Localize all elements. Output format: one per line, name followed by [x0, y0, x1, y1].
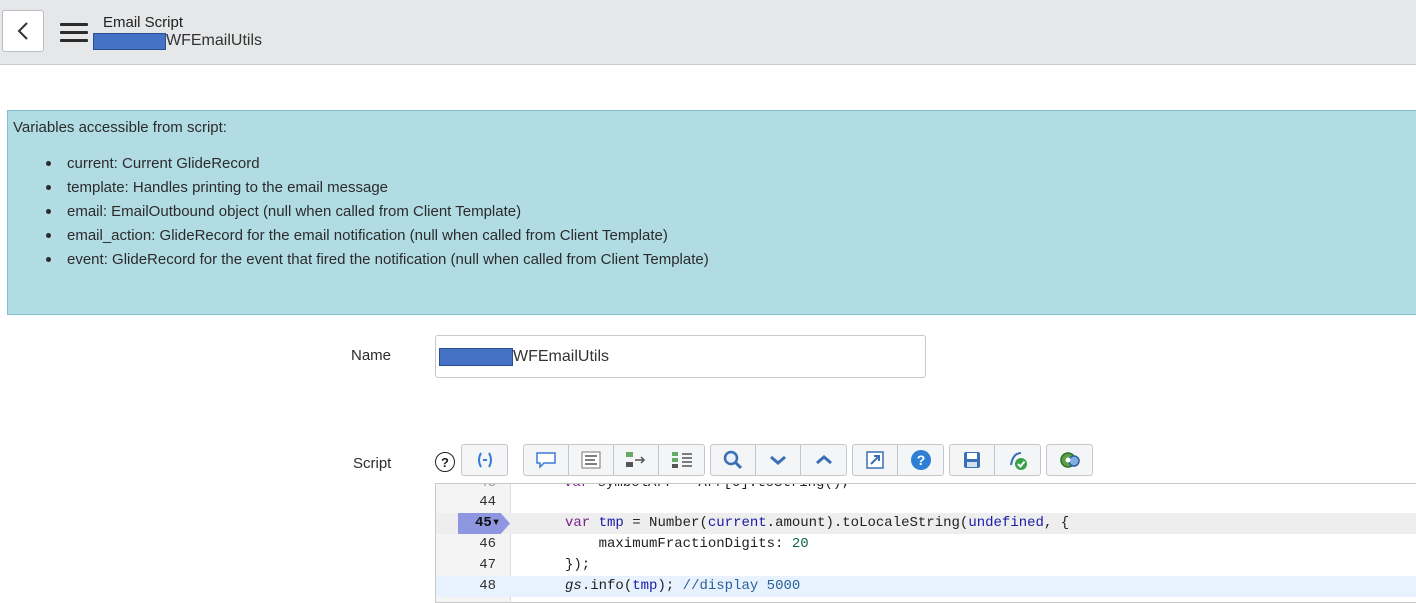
variables-info-box: Variables accessible from script: curren…	[7, 110, 1416, 315]
debug-icon	[1059, 452, 1080, 468]
name-field[interactable]: WFEmailUtils	[435, 335, 926, 378]
check-syntax-icon	[1009, 452, 1027, 470]
toolbar-group	[710, 444, 847, 476]
redacted-block	[93, 32, 166, 50]
toggle-comment-button[interactable]	[569, 445, 614, 475]
replace-all-button[interactable]	[659, 445, 704, 475]
list-item: email_action: GlideRecord for the email …	[46, 225, 709, 249]
current-line-marker[interactable]: 45▾	[458, 513, 510, 534]
toolbar-group	[523, 444, 705, 476]
list-item: email: EmailOutbound object (null when c…	[46, 201, 709, 225]
line-code: gs.info(tmp); //display 5000	[565, 578, 801, 594]
back-button[interactable]	[2, 10, 44, 52]
line-code: });	[565, 557, 591, 573]
record-name-suffix: WFEmailUtils	[166, 32, 262, 49]
comment-icon	[536, 452, 556, 469]
debug-button[interactable]	[1047, 445, 1092, 475]
toolbar-group: ?	[852, 444, 944, 476]
code-line: 47 });	[436, 555, 1416, 576]
code-line-active: 45▾ var tmp = Number(current.amount).toL…	[436, 513, 1416, 534]
check-syntax-button[interactable]	[995, 445, 1040, 475]
code-line: 46 maximumFractionDigits: 20	[436, 534, 1416, 555]
format-code-icon	[477, 452, 492, 468]
line-code: var tmp = Number(current.amount).toLocal…	[565, 515, 1070, 531]
toolbar-group	[1046, 444, 1093, 476]
code-line: 48 gs.info(tmp); //display 5000	[436, 576, 1416, 597]
replace-button[interactable]	[614, 445, 659, 475]
toolbar-group	[949, 444, 1041, 476]
script-label: Script	[353, 455, 392, 472]
comment-button[interactable]	[524, 445, 569, 475]
replace-icon	[626, 452, 646, 467]
page-title: Email Script	[103, 14, 184, 31]
line-number: 48	[479, 578, 496, 594]
line-code: maximumFractionDigits: 20	[565, 536, 809, 552]
editor-help-button[interactable]: ?	[898, 445, 943, 475]
script-toolbar: ?	[461, 444, 1098, 476]
code-line: 44	[436, 492, 1416, 513]
format-code-button[interactable]	[462, 445, 507, 475]
replace-all-icon	[671, 452, 692, 468]
save-button[interactable]	[950, 445, 995, 475]
variables-list: current: Current GlideRecord template: H…	[46, 153, 709, 273]
search-button[interactable]	[711, 445, 756, 475]
next-icon	[770, 455, 786, 465]
list-item: current: Current GlideRecord	[46, 153, 709, 177]
chevron-left-icon	[17, 22, 28, 40]
name-value-suffix: WFEmailUtils	[513, 347, 609, 365]
list-item: template: Handles printing to the email …	[46, 177, 709, 201]
previous-icon	[815, 455, 832, 465]
fullscreen-icon	[866, 451, 884, 469]
info-title: Variables accessible from script:	[13, 119, 227, 136]
line-number: 46	[479, 536, 496, 552]
toggle-comment-icon	[581, 451, 601, 469]
toolbar-group	[461, 444, 508, 476]
svg-text:?: ?	[916, 452, 925, 468]
menu-icon[interactable]	[60, 23, 88, 43]
redacted-block	[439, 347, 513, 366]
list-item: event: GlideRecord for the event that fi…	[46, 249, 709, 273]
record-name: WFEmailUtils	[93, 32, 262, 50]
help-icon[interactable]: ?	[435, 452, 455, 472]
save-icon	[964, 452, 980, 468]
find-previous-button[interactable]	[801, 445, 846, 475]
help-icon: ?	[910, 450, 931, 470]
code-editor[interactable]: 43 var symbolArr = Arr[0].toString(); 44…	[435, 483, 1416, 603]
find-next-button[interactable]	[756, 445, 801, 475]
name-label: Name	[351, 347, 392, 364]
line-number: 44	[479, 494, 496, 510]
fullscreen-button[interactable]	[853, 445, 898, 475]
app-header: Email Script WFEmailUtils	[0, 0, 1416, 65]
search-icon	[723, 450, 743, 470]
line-number: 47	[479, 557, 496, 573]
line-number: 45	[475, 515, 492, 531]
